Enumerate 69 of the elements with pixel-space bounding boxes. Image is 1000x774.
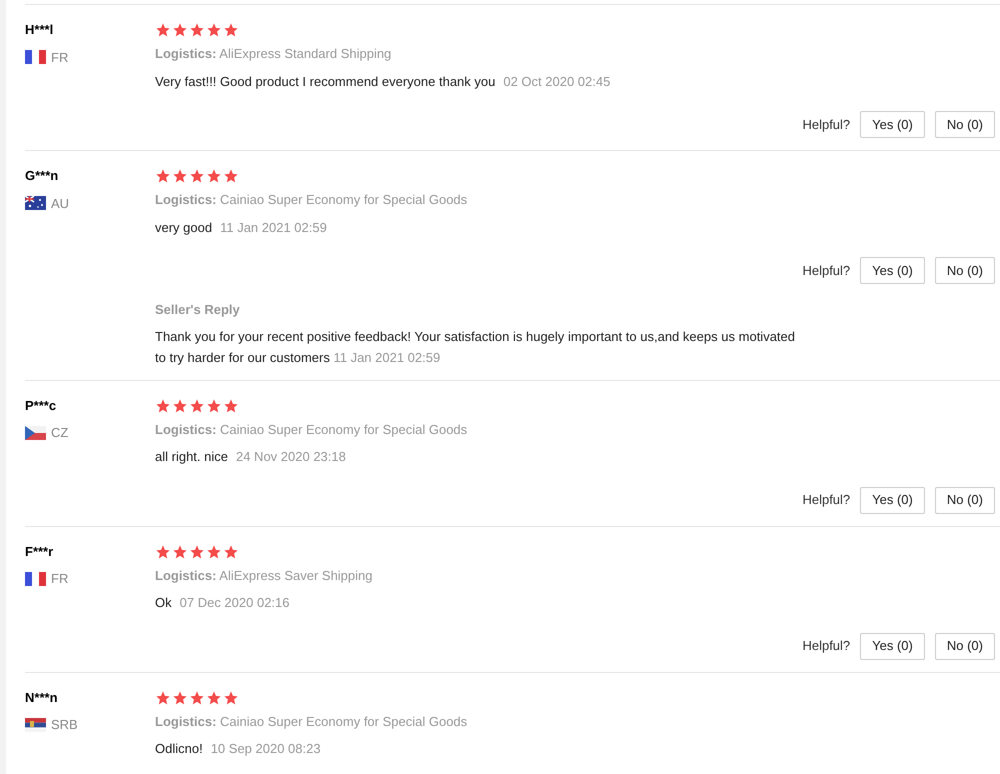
logistics-info: Logistics: AliExpress Standard Shipping bbox=[155, 45, 392, 63]
star-icon bbox=[223, 544, 239, 560]
review-date: 11 Jan 2021 02:59 bbox=[220, 218, 327, 236]
reviewer-name: P***c bbox=[25, 396, 58, 414]
star-icon bbox=[223, 168, 239, 184]
review-text: Odlicno! bbox=[155, 740, 203, 758]
logistics-info: Logistics: Cainiao Super Economy for Special Goods bbox=[155, 420, 468, 439]
country-code: CZ bbox=[51, 424, 68, 442]
review-date: 10 Sep 2020 08:23 bbox=[210, 740, 321, 758]
star-icon bbox=[223, 690, 239, 706]
helpful-label: Helpful? bbox=[802, 262, 850, 280]
star-icon bbox=[206, 544, 222, 560]
review-text: all right. nice bbox=[155, 448, 228, 466]
reviewer-name: G***n bbox=[25, 167, 60, 185]
review-text: very good bbox=[155, 218, 212, 237]
logistics-info: Logistics: Cainiao Super Economy for Special Goods bbox=[155, 712, 468, 731]
yes-vote-button[interactable]: Yes (0) bbox=[860, 257, 925, 284]
review-date: 02 Oct 2020 02:45 bbox=[503, 72, 610, 90]
logistics-info: Logistics: AliExpress Saver Shipping bbox=[155, 566, 374, 585]
star-icon bbox=[172, 398, 188, 414]
star-icon bbox=[155, 22, 171, 38]
star-icon bbox=[206, 690, 222, 706]
no-vote-button[interactable]: No (0) bbox=[934, 111, 995, 138]
country-code: FR bbox=[51, 570, 68, 588]
flag-icon bbox=[25, 426, 46, 440]
helpful-label: Helpful? bbox=[802, 491, 850, 510]
flag-icon bbox=[25, 196, 46, 210]
star-icon bbox=[155, 168, 171, 184]
star-icon bbox=[189, 690, 205, 706]
helpful-label: Helpful? bbox=[802, 637, 850, 656]
no-vote-button[interactable]: No (0) bbox=[934, 257, 995, 284]
reviewer-name: H***l bbox=[25, 21, 54, 39]
no-vote-button[interactable]: No (0) bbox=[934, 632, 995, 660]
star-icon bbox=[189, 22, 205, 38]
star-icon bbox=[189, 168, 205, 184]
star-icon bbox=[172, 690, 188, 706]
yes-vote-button[interactable]: Yes (0) bbox=[860, 111, 925, 138]
yes-vote-button[interactable]: Yes (0) bbox=[860, 486, 925, 514]
star-icon bbox=[206, 168, 222, 184]
country-code: AU bbox=[51, 194, 70, 212]
helpful-label: Helpful? bbox=[802, 116, 850, 134]
logistics-info: Logistics: Cainiao Super Economy for Special Goods bbox=[155, 191, 468, 209]
country-code: FR bbox=[51, 48, 68, 66]
seller-reply-title: Seller's Reply bbox=[155, 301, 241, 319]
reviewer-name: N***n bbox=[25, 688, 59, 706]
review-text: Very fast!!! Good product I recommend everyone thank you bbox=[155, 72, 496, 91]
star-icon bbox=[206, 398, 222, 414]
star-icon bbox=[155, 398, 171, 414]
flag-icon bbox=[25, 572, 46, 586]
star-icon bbox=[172, 544, 188, 560]
star-icon bbox=[189, 544, 205, 560]
country-code: SRB bbox=[51, 716, 78, 734]
reviewer-name: F***r bbox=[25, 542, 54, 560]
star-icon bbox=[206, 22, 222, 38]
star-icon bbox=[223, 22, 239, 38]
star-icon bbox=[172, 22, 188, 38]
flag-icon bbox=[25, 718, 46, 732]
star-icon bbox=[155, 690, 171, 706]
star-icon bbox=[172, 168, 188, 184]
no-vote-button[interactable]: No (0) bbox=[934, 486, 995, 514]
review-date: 24 Nov 2020 23:18 bbox=[236, 448, 346, 466]
star-icon bbox=[223, 398, 239, 414]
seller-reply-text: Thank you for your recent positive feedback! Your satisfaction is hugely important to us,and keeps us motivated to try harder for our customers 11 Jan 2021 02:59 bbox=[155, 328, 795, 367]
star-icon bbox=[189, 398, 205, 414]
yes-vote-button[interactable]: Yes (0) bbox=[860, 632, 925, 660]
review-text: Ok bbox=[155, 594, 172, 612]
review-date: 07 Dec 2020 02:16 bbox=[180, 594, 290, 612]
star-icon bbox=[155, 544, 171, 560]
flag-icon bbox=[25, 50, 46, 64]
